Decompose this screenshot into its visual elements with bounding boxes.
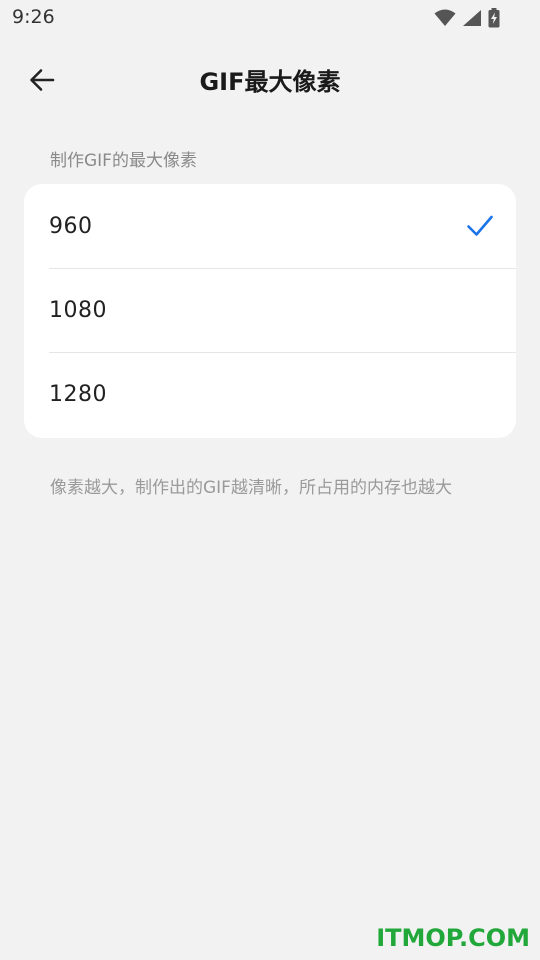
option-list: 960 1080 1280	[24, 184, 516, 438]
status-icons	[434, 8, 500, 28]
option-label: 1280	[49, 381, 107, 407]
status-bar: 9:26	[0, 0, 540, 36]
option-960[interactable]: 960	[24, 184, 516, 268]
option-1280[interactable]: 1280	[24, 352, 516, 436]
option-label: 1080	[49, 297, 107, 323]
wifi-icon	[434, 9, 456, 26]
option-1080[interactable]: 1080	[24, 268, 516, 352]
option-label: 960	[49, 213, 93, 239]
checkmark-icon	[467, 215, 493, 236]
watermark: ITMOP.COM	[376, 924, 530, 952]
battery-charging-icon	[488, 8, 500, 28]
app-bar: GIF最大像素	[0, 40, 540, 120]
section-label: 制作GIF的最大像素	[50, 151, 197, 171]
page-title: GIF最大像素	[199, 68, 341, 96]
description-note: 像素越大，制作出的GIF越清晰，所占用的内存也越大	[50, 478, 452, 498]
status-time: 9:26	[12, 6, 55, 28]
cellular-signal-icon	[463, 10, 481, 26]
